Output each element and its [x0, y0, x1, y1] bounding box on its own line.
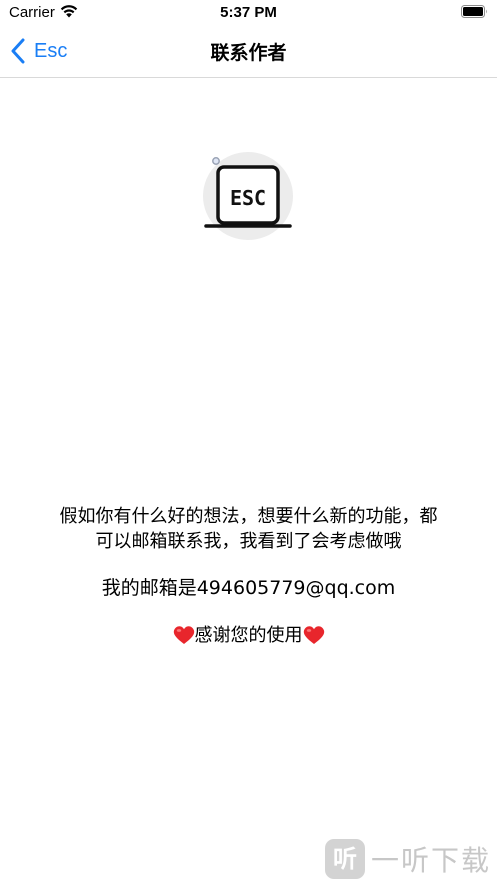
- watermark: 听 一听下载: [324, 839, 491, 879]
- message-line-2: 可以邮箱联系我，我看到了会考虑做哦: [95, 531, 402, 552]
- email-text: 我的邮箱是494605779@qq.com: [101, 577, 396, 599]
- screen: Carrier 5:37 PM Esc 联系作者 ESC 假如你有什么好的想法，…: [0, 0, 497, 883]
- status-time: 5:37 PM: [220, 4, 277, 21]
- heart-icon: [303, 626, 324, 644]
- thanks-line: 感谢您的使用: [20, 623, 477, 648]
- thanks-text: 感谢您的使用: [194, 625, 303, 646]
- watermark-text: 一听下载: [370, 844, 491, 877]
- watermark-logo: 听: [324, 839, 365, 879]
- message-line-1: 假如你有什么好的想法，想要什么新的功能，都: [59, 506, 438, 527]
- page-title: 联系作者: [210, 42, 287, 64]
- esc-key-label: ESC: [230, 186, 266, 210]
- battery-full-icon: [461, 5, 487, 18]
- esc-key-icon: ESC: [203, 152, 293, 240]
- status-bar: Carrier 5:37 PM: [0, 0, 497, 26]
- contact-message: 假如你有什么好的想法，想要什么新的功能，都 可以邮箱联系我，我看到了会考虑做哦: [20, 504, 477, 554]
- navigation-bar: Esc 联系作者: [0, 26, 497, 78]
- heart-icon: [173, 626, 194, 644]
